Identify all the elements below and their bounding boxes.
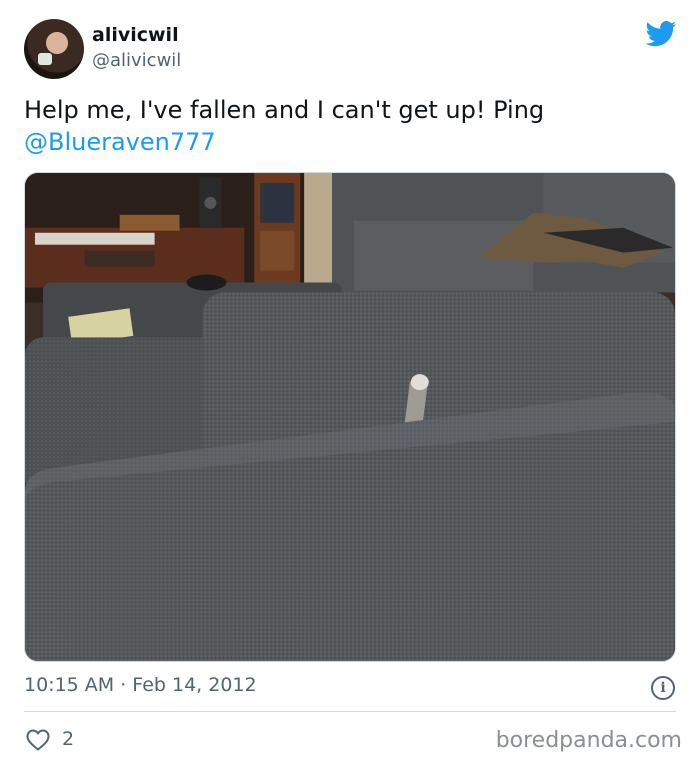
cat-behind-couch-image <box>25 173 675 661</box>
info-icon[interactable]: i <box>651 676 675 700</box>
author-display-name[interactable]: alivicwil <box>92 24 179 46</box>
tweet-text: Help me, I've fallen and I can't get up!… <box>24 94 664 158</box>
tweet-photo[interactable] <box>24 172 676 662</box>
like-count: 2 <box>62 728 75 750</box>
avatar[interactable] <box>24 19 84 79</box>
divider <box>24 711 676 712</box>
twitter-bird-icon <box>645 21 677 47</box>
heart-icon[interactable] <box>26 729 50 751</box>
tweet-timestamp[interactable]: 10:15 AM · Feb 14, 2012 <box>24 674 257 696</box>
watermark: boredpanda.com <box>495 728 682 753</box>
tweet-body: Help me, I've fallen and I can't get up!… <box>24 96 545 124</box>
author-handle[interactable]: @alivicwil <box>92 50 181 71</box>
mention-link[interactable]: @Blueraven777 <box>24 128 216 156</box>
